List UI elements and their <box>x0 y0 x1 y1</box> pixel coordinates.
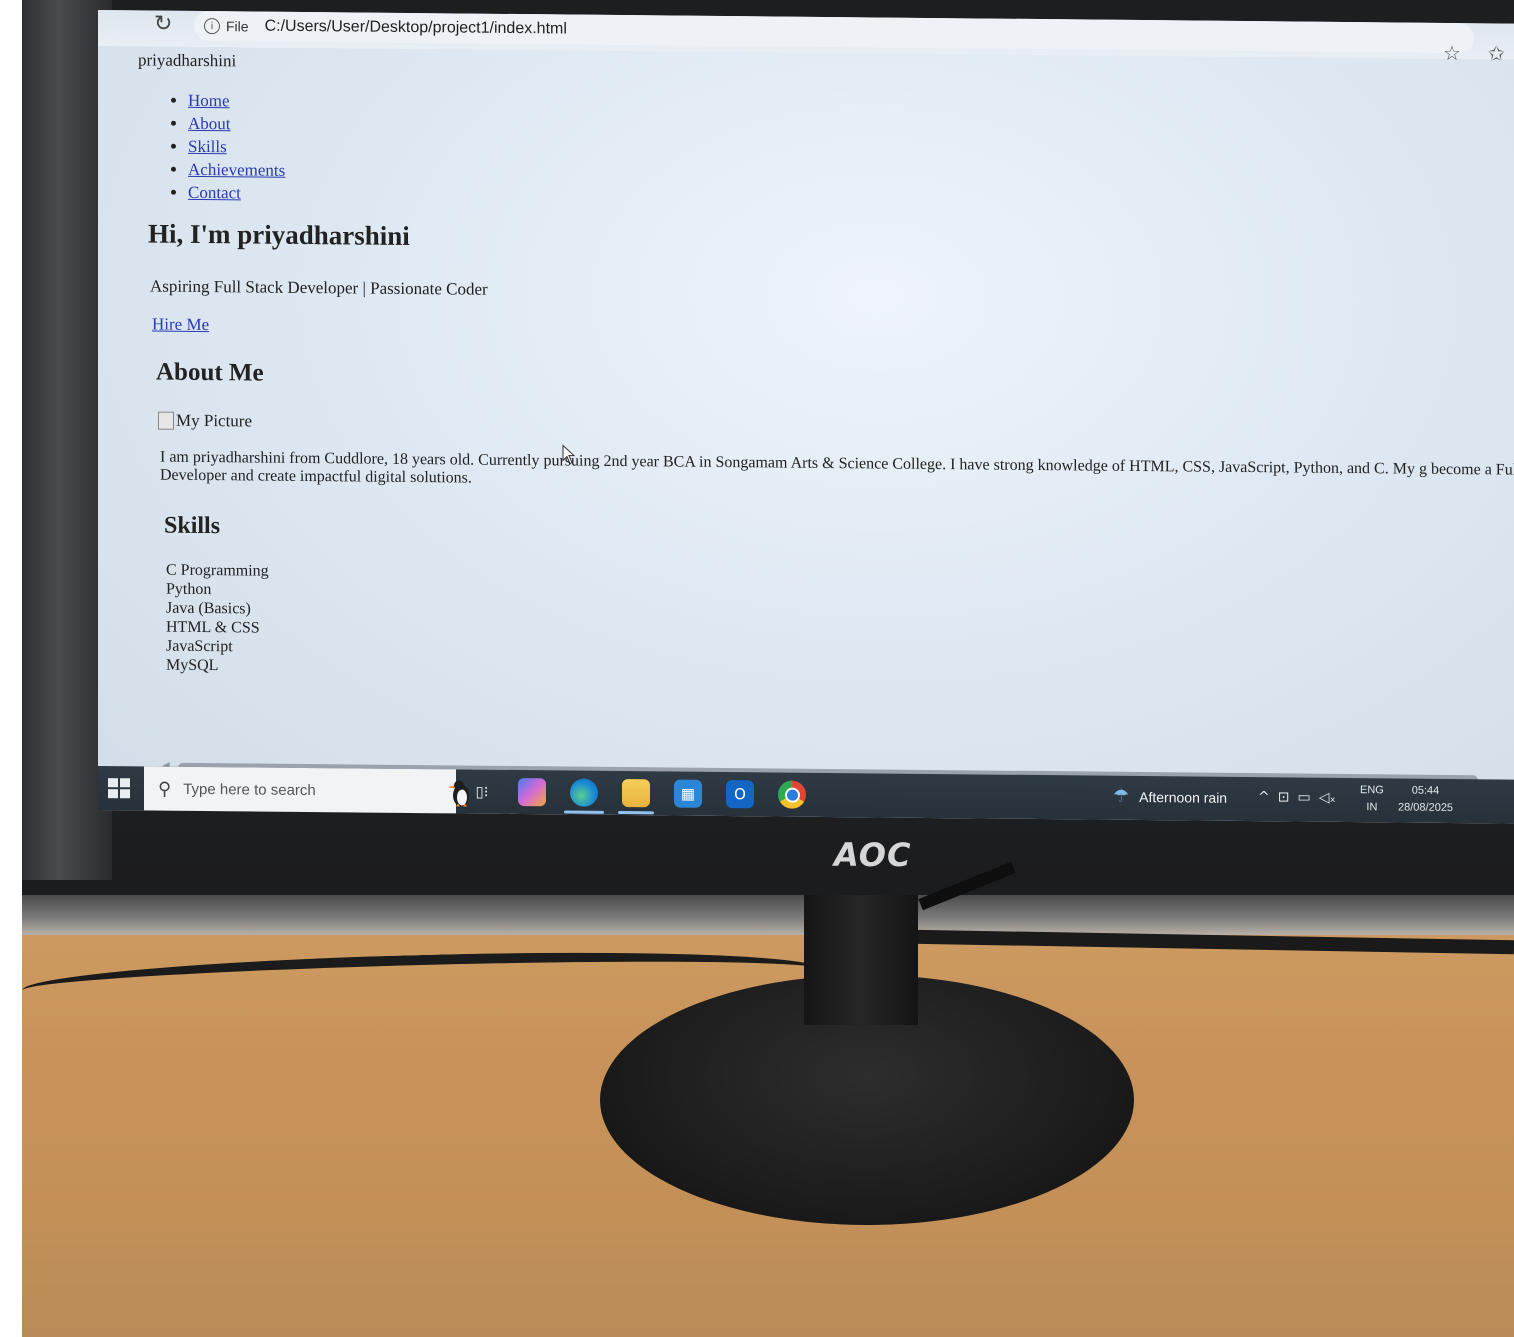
skills-list: C Programming Python Java (Basics) HTML … <box>166 561 269 676</box>
about-text: I am priyadharshini from Cuddlore, 18 ye… <box>160 448 1514 487</box>
profile-picture: My Picture <box>158 411 252 432</box>
weather-text: Afternoon rain <box>1139 788 1228 806</box>
web-page: priyadharshini Home About Skills Achieve… <box>98 46 1514 786</box>
language-indicator[interactable]: ENG IN <box>1360 782 1384 816</box>
skill-item: HTML & CSS <box>166 618 260 637</box>
skill-item: MySQL <box>166 656 219 675</box>
monitor: ↻ i File C:/Users/User/Desktop/project1/… <box>22 0 1514 895</box>
monitor-neck <box>804 895 918 1025</box>
site-brand: priyadharshini <box>138 50 237 71</box>
nav-item: Contact <box>188 183 285 204</box>
clock-time: 05:44 <box>1411 784 1440 797</box>
nav-link-achievements[interactable]: Achievements <box>188 160 285 180</box>
windows-start-icon[interactable] <box>108 778 130 799</box>
system-tray: ^ ⊡ ▭ ◁ₓ <box>1258 789 1336 806</box>
about-heading: About Me <box>156 358 264 387</box>
file-label: File <box>226 18 249 35</box>
hire-me-link[interactable]: Hire Me <box>152 315 209 336</box>
weather-widget[interactable]: ☂ Afternoon rain <box>1113 786 1227 808</box>
file-explorer-icon[interactable] <box>622 779 650 808</box>
task-view-icon[interactable]: ▯⁝ <box>468 778 496 806</box>
edge-icon[interactable] <box>570 778 598 807</box>
skill-item: Java (Basics) <box>166 599 251 618</box>
taskbar-search[interactable]: ⚲ Type here to search <box>144 766 469 814</box>
nav-link-contact[interactable]: Contact <box>188 183 241 203</box>
picture-alt-text: My Picture <box>176 410 253 431</box>
nav-list: Home About Skills Achievements Contact <box>168 91 285 207</box>
weather-icon: ☂ <box>1113 785 1130 807</box>
nav-item: About <box>188 114 285 135</box>
clock[interactable]: 05:44 28/08/2025 <box>1398 782 1453 817</box>
skill-item: Python <box>166 580 212 599</box>
url-text[interactable]: C:/Users/User/Desktop/project1/index.htm… <box>265 18 567 39</box>
explorer-active-indicator <box>618 810 654 815</box>
nav-item: Achievements <box>188 160 285 181</box>
nav-link-home[interactable]: Home <box>188 91 230 110</box>
copilot-icon[interactable] <box>518 778 546 807</box>
display-icon[interactable]: ▭ <box>1297 790 1310 806</box>
monitor-logo: AOC <box>834 836 912 874</box>
screen: ↻ i File C:/Users/User/Desktop/project1/… <box>98 10 1514 824</box>
outlook-icon[interactable]: O <box>726 780 754 809</box>
chevron-up-icon[interactable]: ^ <box>1258 789 1270 805</box>
nav-link-skills[interactable]: Skills <box>188 137 227 156</box>
search-icon: ⚲ <box>158 778 172 800</box>
nav-link-about[interactable]: About <box>188 114 231 133</box>
broken-image-icon <box>158 411 174 430</box>
nav-item: Home <box>188 91 285 112</box>
tagline: Aspiring Full Stack Developer | Passiona… <box>150 276 488 299</box>
edge-active-indicator <box>564 810 604 814</box>
network-icon[interactable]: ⊡ <box>1278 789 1290 805</box>
nav-item: Skills <box>188 137 285 158</box>
info-icon[interactable]: i <box>204 18 220 35</box>
skill-item: C Programming <box>166 561 269 580</box>
photo: ↻ i File C:/Users/User/Desktop/project1/… <box>22 0 1514 1337</box>
chrome-icon[interactable] <box>778 780 806 809</box>
hero-title: Hi, I'm priyadharshini <box>148 218 410 251</box>
reload-icon[interactable]: ↻ <box>154 11 172 37</box>
clock-date: 28/08/2025 <box>1398 801 1454 815</box>
search-placeholder: Type here to search <box>183 780 316 799</box>
volume-muted-icon[interactable]: ◁ₓ <box>1319 790 1336 806</box>
store-icon[interactable]: ▦ <box>674 779 702 808</box>
skills-heading: Skills <box>164 512 221 540</box>
lang-top: ENG <box>1360 784 1384 797</box>
address-bar[interactable]: i File C:/Users/User/Desktop/project1/in… <box>194 10 1474 54</box>
skill-item: JavaScript <box>166 637 233 656</box>
lang-bottom: IN <box>1366 801 1378 814</box>
